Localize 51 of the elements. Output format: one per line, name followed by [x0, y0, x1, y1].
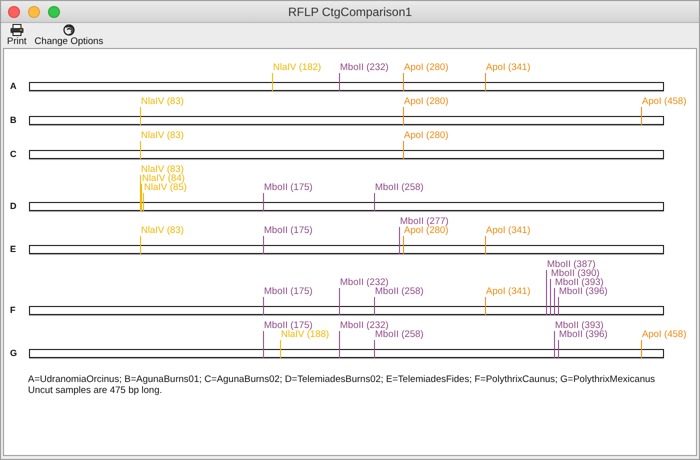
site-label: MboII (175): [264, 183, 313, 193]
site-label: ApoI (341): [486, 63, 530, 73]
site-label: NlaIV (83): [141, 131, 184, 141]
site-label: MboII (396): [559, 330, 608, 340]
site-label: MboII (258): [375, 287, 424, 297]
swirl-icon[interactable]: [62, 24, 75, 36]
site-label: MboII (232): [340, 63, 389, 73]
close-button[interactable]: [8, 6, 20, 18]
toolbar-button[interactable]: Change Options: [32, 23, 106, 48]
lane-label: F: [9, 306, 16, 315]
site-label: ApoI (341): [486, 226, 530, 236]
zoom-button[interactable]: [48, 6, 60, 18]
site-label: NlaIV (83): [141, 165, 184, 175]
toolbar-button[interactable]: Print: [5, 23, 29, 48]
site-label: ApoI (458): [642, 97, 686, 107]
site-label: MboII (393): [555, 321, 604, 331]
printer-icon[interactable]: [10, 24, 24, 36]
lane-label: A: [9, 82, 18, 91]
note-text: Uncut samples are 475 bp long.: [28, 385, 162, 396]
minimize-button[interactable]: [28, 6, 40, 18]
site-label: NlaIV (85): [144, 183, 187, 193]
site-label: NlaIV (83): [141, 97, 184, 107]
site-label: MboII (232): [340, 321, 389, 331]
site-label: MboII (390): [551, 269, 600, 279]
site-label: NlaIV (83): [141, 226, 184, 236]
site-label: NlaIV (182): [273, 63, 322, 73]
site-label: MboII (232): [340, 278, 389, 288]
site-label: MboII (258): [375, 183, 424, 193]
site-label: NlaIV (188): [281, 330, 330, 340]
site-label: ApoI (280): [404, 226, 448, 236]
site-label: ApoI (280): [404, 63, 448, 73]
site-label: MboII (175): [264, 226, 313, 236]
legend-text: A=UdranomiaOrcinus; B=AgunaBurns01; C=AgunaBurns02; D=TelemiadesBurns02; E=TelemiadesFides; F=PolythrixCaunus; G=PolythrixMexicanus: [28, 374, 656, 385]
site-label: ApoI (458): [642, 330, 686, 340]
site-label: ApoI (280): [404, 97, 448, 107]
window-title: RFLP CtgComparison1: [288, 4, 412, 18]
site-label: MboII (396): [559, 287, 608, 297]
site-label: ApoI (280): [404, 131, 448, 141]
site-label: MboII (387): [547, 260, 596, 270]
lane-label: D: [9, 202, 18, 211]
site-label: NlaIV (84): [142, 174, 185, 184]
site-label: MboII (277): [400, 217, 449, 227]
site-label: MboII (258): [375, 330, 424, 340]
lane-label: E: [9, 245, 18, 254]
site-label: MboII (393): [555, 278, 604, 288]
lane-label: C: [9, 150, 18, 159]
lane-label: G: [9, 349, 18, 358]
site-label: MboII (175): [264, 321, 313, 331]
site-label: ApoI (341): [486, 287, 530, 297]
lane-label: B: [9, 116, 18, 125]
site-label: MboII (175): [264, 287, 313, 297]
